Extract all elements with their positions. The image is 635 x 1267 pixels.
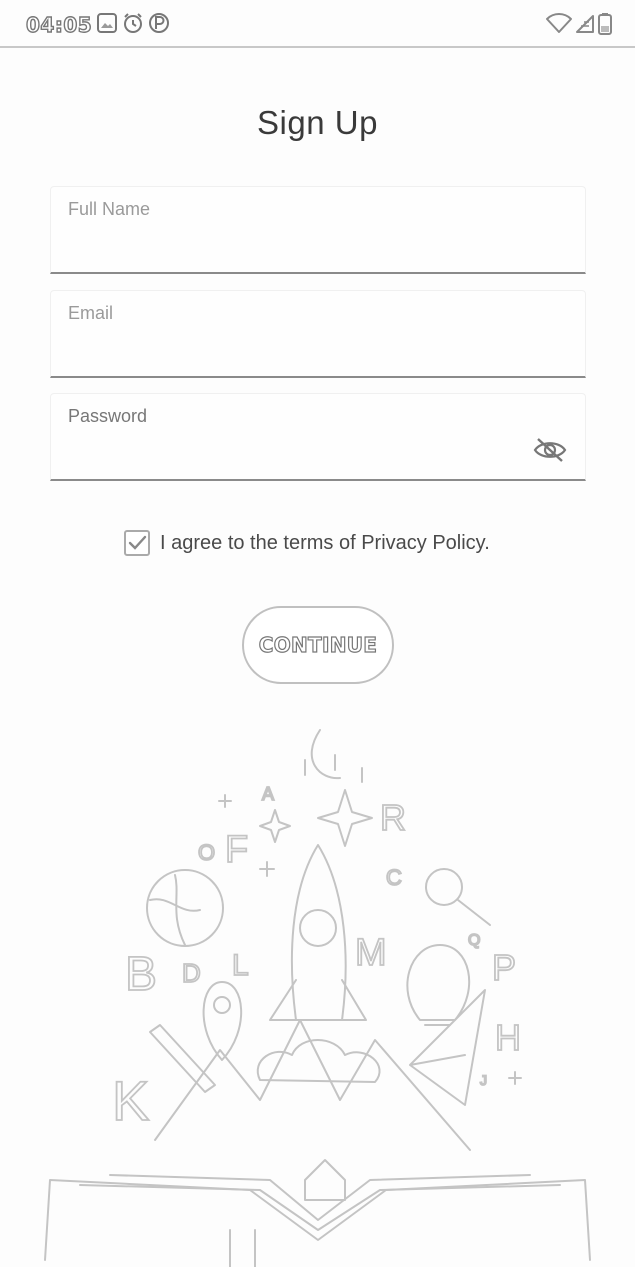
- email-label: Email: [68, 303, 114, 323]
- alarm-icon: [124, 13, 142, 33]
- status-bar: 04:05: [0, 0, 635, 48]
- battery-icon: [598, 13, 612, 35]
- letter-r: R: [380, 797, 406, 838]
- wifi-icon: [546, 13, 572, 33]
- letter-f: F: [225, 829, 248, 871]
- terms-agreement: I agree to the terms of Privacy Policy.: [124, 530, 490, 556]
- password-field[interactable]: Password: [50, 393, 586, 481]
- letter-k: K: [112, 1069, 149, 1132]
- letter-p: P: [492, 947, 516, 988]
- letter-m: M: [355, 932, 387, 974]
- full-name-field[interactable]: Full Name: [50, 186, 586, 274]
- parking-icon: [149, 13, 169, 33]
- continue-button[interactable]: CONTINUE: [242, 606, 394, 684]
- letter-q: Q: [468, 932, 480, 949]
- status-time: 04:05: [25, 12, 93, 37]
- letter-b: B: [125, 948, 157, 1001]
- check-icon: [128, 535, 147, 550]
- visibility-off-icon[interactable]: [533, 436, 567, 464]
- letter-j: J: [480, 1072, 487, 1088]
- image-icon: [97, 13, 117, 33]
- letter-h: H: [495, 1017, 521, 1058]
- terms-checkbox[interactable]: [124, 530, 150, 556]
- letter-c: C: [386, 865, 402, 890]
- book-illustration: A O F R C B D L M Q P H K J: [44, 729, 591, 1267]
- password-label: Password: [68, 406, 148, 426]
- full-name-label: Full Name: [68, 199, 151, 219]
- letter-d: D: [182, 958, 201, 988]
- letter-o: O: [198, 840, 215, 865]
- terms-text: I agree to the terms of Privacy Policy.: [160, 531, 490, 554]
- email-field[interactable]: Email: [50, 290, 586, 378]
- letter-a: A: [262, 784, 274, 804]
- page-title: Sign Up: [257, 104, 378, 141]
- letter-l: L: [232, 949, 249, 982]
- signal-icon: [576, 15, 594, 33]
